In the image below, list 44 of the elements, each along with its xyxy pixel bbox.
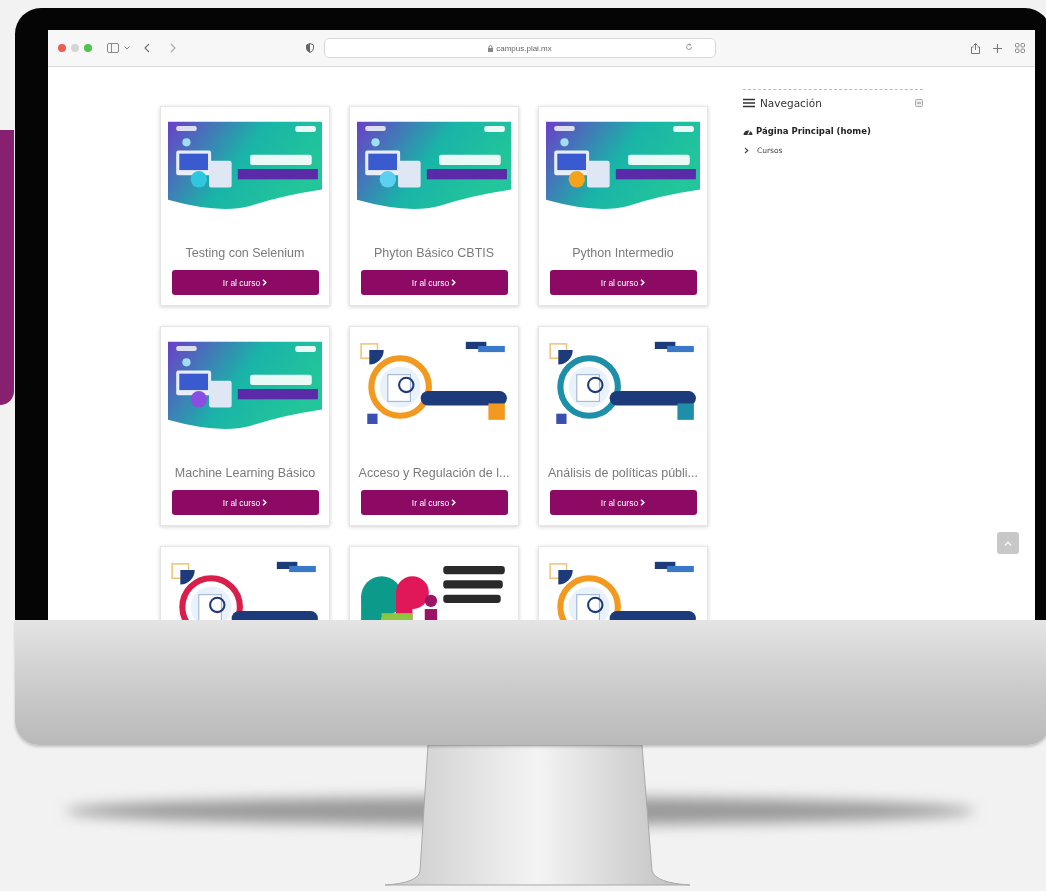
close-button[interactable] (58, 44, 66, 52)
back-button[interactable] (144, 43, 150, 53)
forward-button[interactable] (170, 43, 176, 53)
lock-icon (488, 44, 494, 52)
course-title: Acceso y Regulación de l... (358, 466, 510, 480)
course-card[interactable]: Análisis de políticas públi... Ir al curso (538, 326, 708, 526)
chevron-icon (262, 279, 268, 286)
menu-icon (743, 98, 755, 108)
course-card[interactable]: Python Intermedio Ir al curso (538, 106, 708, 306)
shield-icon[interactable] (306, 43, 314, 53)
plus-icon[interactable] (993, 43, 1002, 53)
course-card[interactable]: Testing con Selenium Ir al curso (160, 106, 330, 306)
course-title: Machine Learning Básico (174, 466, 316, 480)
nav-link[interactable]: Página Principal (home) (743, 126, 923, 136)
chevron-icon (640, 279, 646, 286)
zoom-button[interactable] (84, 44, 92, 52)
course-button[interactable]: Ir al curso (549, 490, 697, 515)
reload-icon[interactable] (685, 43, 693, 51)
chevron-icon (262, 499, 268, 506)
collapse-icon[interactable] (915, 99, 923, 107)
course-title: Phyton Básico CBTIS (373, 246, 495, 260)
course-button[interactable]: Ir al curso (360, 490, 508, 515)
course-card[interactable]: Acceso y Regulación de l... Ir al curso (349, 326, 519, 526)
chevron-icon (640, 499, 646, 506)
course-button[interactable]: Ir al curso (171, 490, 319, 515)
course-button[interactable]: Ir al curso (171, 270, 319, 295)
course-button[interactable]: Ir al curso (549, 270, 697, 295)
url-text: campus.plai.mx (496, 43, 552, 53)
caret-icon[interactable] (124, 46, 130, 50)
chevron-icon (451, 499, 457, 506)
course-card[interactable]: Phyton Básico CBTIS Ir al curso (349, 106, 519, 306)
chevron-icon (451, 279, 457, 286)
course-card[interactable]: Machine Learning Básico Ir al curso (160, 326, 330, 526)
share-icon[interactable] (971, 42, 980, 54)
course-title: Python Intermedio (572, 246, 674, 260)
caret-up-icon (1004, 540, 1012, 546)
chevron-icon[interactable] (743, 147, 750, 154)
course-title: Testing con Selenium (185, 246, 305, 260)
course-title: Análisis de políticas públi... (547, 466, 699, 480)
grid-icon[interactable] (1015, 43, 1025, 53)
address-field[interactable]: campus.plai.mx (324, 38, 716, 58)
block-title: Navegación (760, 97, 822, 109)
sidebar-icon[interactable] (107, 43, 119, 53)
course-button[interactable]: Ir al curso (360, 270, 508, 295)
